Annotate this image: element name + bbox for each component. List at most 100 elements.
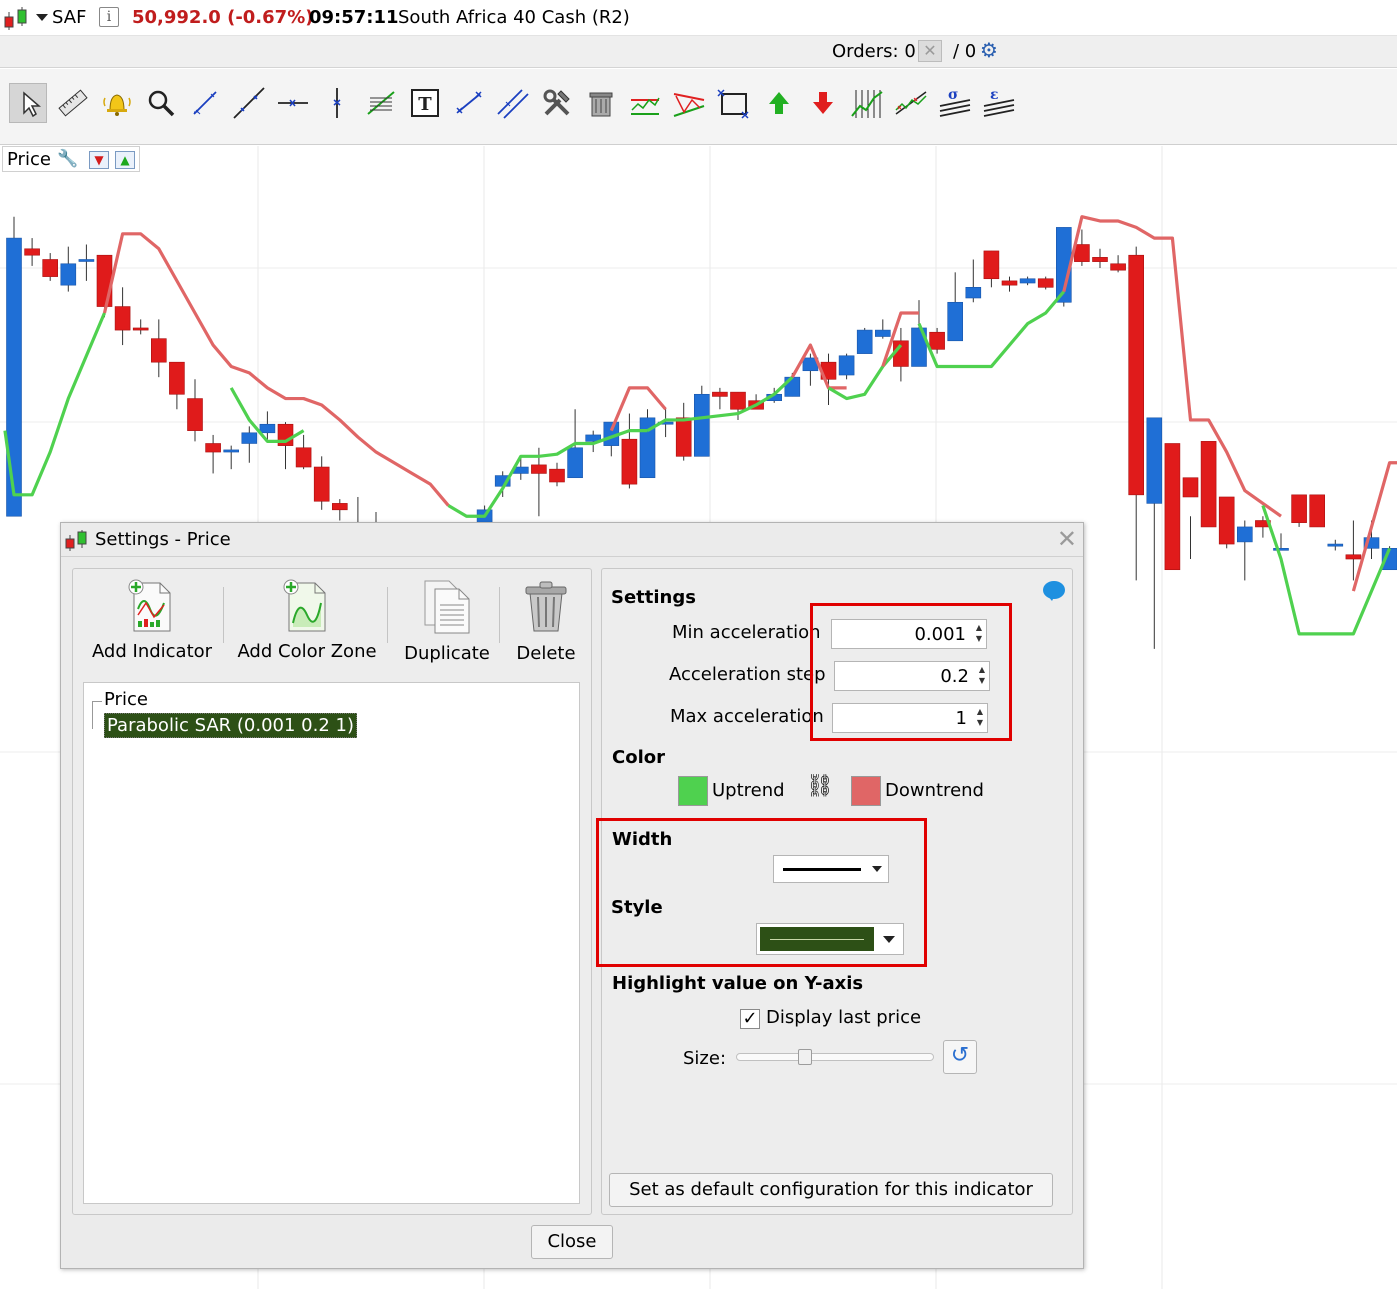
bullish-candle bbox=[1237, 526, 1253, 543]
trash-icon[interactable] bbox=[582, 83, 620, 123]
close-icon[interactable]: ✕ bbox=[1057, 525, 1077, 553]
quote-time: 09:57:11 bbox=[309, 7, 399, 28]
bullish-candle bbox=[241, 432, 258, 444]
bullish-candle bbox=[78, 259, 95, 262]
bearish-candle bbox=[983, 250, 1000, 280]
trend-channel-icon[interactable] bbox=[626, 83, 664, 123]
orders-settings-gear-icon[interactable]: ⚙ bbox=[980, 38, 998, 62]
orders-bar: Orders: 0 ✕ / 0 ⚙ bbox=[0, 36, 1397, 68]
bullish-candle bbox=[947, 301, 964, 342]
instrument-symbol[interactable]: SAF bbox=[52, 7, 86, 28]
sigma-icon[interactable]: σ bbox=[936, 83, 974, 123]
divider bbox=[387, 587, 388, 643]
bearish-candle bbox=[1037, 278, 1054, 288]
add-indicator-button[interactable]: Add Indicator bbox=[91, 579, 213, 662]
set-default-button[interactable]: Set as default configuration for this in… bbox=[609, 1173, 1053, 1207]
sar-uptrend-line bbox=[917, 290, 1066, 369]
bearish-candle bbox=[1074, 244, 1090, 262]
instrument-name: South Africa 40 Cash (R2) bbox=[398, 7, 630, 28]
bearish-candle bbox=[531, 464, 547, 474]
bearish-candle bbox=[42, 259, 59, 277]
bearish-candle bbox=[621, 438, 638, 485]
annotation-highlight-box bbox=[810, 603, 1012, 741]
candlestick-logo-icon bbox=[4, 7, 27, 30]
display-last-price-checkbox[interactable]: ✓ bbox=[740, 1009, 760, 1029]
downtrend-color-swatch[interactable] bbox=[851, 776, 881, 806]
svg-text:ε: ε bbox=[990, 87, 999, 103]
bullish-candle bbox=[259, 423, 276, 434]
text-box-icon[interactable]: T bbox=[406, 83, 444, 123]
wrench-icon[interactable]: 🔧 bbox=[57, 149, 78, 169]
sar-downtrend-line bbox=[1351, 461, 1397, 592]
bullish-candle bbox=[693, 393, 710, 457]
move-down-icon[interactable]: ▼ bbox=[89, 151, 109, 169]
epsilon-icon[interactable]: ε bbox=[980, 83, 1018, 123]
help-chat-icon[interactable] bbox=[1043, 581, 1065, 601]
instrument-dropdown-chevron-icon[interactable] bbox=[36, 14, 48, 21]
ray-icon[interactable] bbox=[450, 83, 488, 123]
bullish-candle bbox=[60, 263, 77, 286]
pitchfork-icon[interactable] bbox=[892, 83, 930, 123]
bearish-candle bbox=[1218, 496, 1235, 545]
rectangle-icon[interactable] bbox=[714, 83, 752, 123]
size-slider-thumb[interactable] bbox=[798, 1049, 813, 1065]
duplicate-icon bbox=[424, 580, 470, 634]
uptrend-color-swatch[interactable] bbox=[678, 776, 708, 806]
horizontal-line-icon[interactable] bbox=[274, 83, 312, 123]
tree-item-price[interactable]: Price bbox=[104, 689, 148, 710]
bearish-candle bbox=[675, 417, 692, 457]
regression-channel-icon[interactable] bbox=[362, 83, 400, 123]
uptrend-label: Uptrend bbox=[712, 780, 785, 801]
triangle-icon[interactable] bbox=[670, 83, 708, 123]
dialog-title-bar[interactable]: Settings - Price ✕ bbox=[61, 523, 1083, 557]
bullish-candle bbox=[856, 329, 873, 354]
bearish-candle bbox=[1110, 263, 1126, 271]
cursor-icon[interactable] bbox=[9, 83, 47, 123]
sell-arrow-icon[interactable] bbox=[804, 83, 842, 123]
ruler-icon[interactable] bbox=[54, 83, 92, 123]
bearish-candle bbox=[929, 331, 945, 350]
buy-arrow-icon[interactable] bbox=[760, 83, 798, 123]
tools-icon[interactable] bbox=[538, 83, 576, 123]
bearish-candle bbox=[1164, 443, 1181, 571]
bullish-candle bbox=[838, 355, 855, 376]
move-up-icon[interactable]: ▲ bbox=[115, 151, 135, 169]
size-slider[interactable] bbox=[736, 1053, 934, 1061]
line-icon[interactable] bbox=[230, 83, 268, 123]
bearish-candle bbox=[132, 327, 149, 331]
bullish-candle bbox=[1146, 417, 1163, 504]
bullish-candle bbox=[965, 287, 982, 299]
info-icon[interactable]: i bbox=[99, 7, 119, 27]
bearish-candle bbox=[1345, 554, 1362, 560]
reset-size-button[interactable]: ↺ bbox=[943, 1040, 977, 1074]
fibonacci-fan-icon[interactable] bbox=[848, 83, 886, 123]
vertical-line-icon[interactable] bbox=[318, 83, 356, 123]
duplicate-button[interactable]: Duplicate bbox=[399, 579, 495, 664]
bearish-candle bbox=[730, 391, 746, 410]
delete-button[interactable]: Delete bbox=[507, 579, 585, 664]
chart-panel-label: Price 🔧 ▼ ▲ bbox=[2, 146, 140, 172]
link-colors-chain-icon[interactable]: ⛓ bbox=[806, 774, 834, 799]
bearish-candle bbox=[1309, 494, 1325, 528]
tree-item-parabolic-sar[interactable]: Parabolic SAR (0.001 0.2 1) bbox=[104, 713, 357, 738]
bearish-candle bbox=[114, 306, 131, 331]
bearish-candle bbox=[24, 248, 40, 256]
cancel-orders-icon[interactable]: ✕ bbox=[918, 40, 942, 62]
zoom-icon[interactable] bbox=[142, 83, 180, 123]
close-button[interactable]: Close bbox=[531, 1225, 613, 1259]
indicator-tree[interactable]: Price Parabolic SAR (0.001 0.2 1) bbox=[83, 682, 580, 1204]
downtrend-label: Downtrend bbox=[885, 780, 984, 801]
svg-text:T: T bbox=[418, 94, 432, 115]
segment-icon[interactable] bbox=[186, 83, 224, 123]
highlight-heading: Highlight value on Y-axis bbox=[612, 973, 864, 994]
duplicate-label: Duplicate bbox=[404, 643, 490, 664]
bullish-candle bbox=[1327, 543, 1344, 547]
indicator-list-panel: Add Indicator Add Color Zone Duplicate D… bbox=[72, 568, 592, 1215]
tree-connector bbox=[92, 701, 102, 729]
add-color-zone-button[interactable]: Add Color Zone bbox=[237, 579, 377, 662]
instrument-header: SAF i 50,992.0 (-0.67%) 09:57:11 South A… bbox=[0, 0, 1397, 36]
alarm-bell-icon[interactable] bbox=[98, 83, 136, 123]
parallel-lines-icon[interactable] bbox=[494, 83, 532, 123]
color-heading: Color bbox=[612, 747, 665, 768]
bullish-candle bbox=[6, 237, 22, 517]
